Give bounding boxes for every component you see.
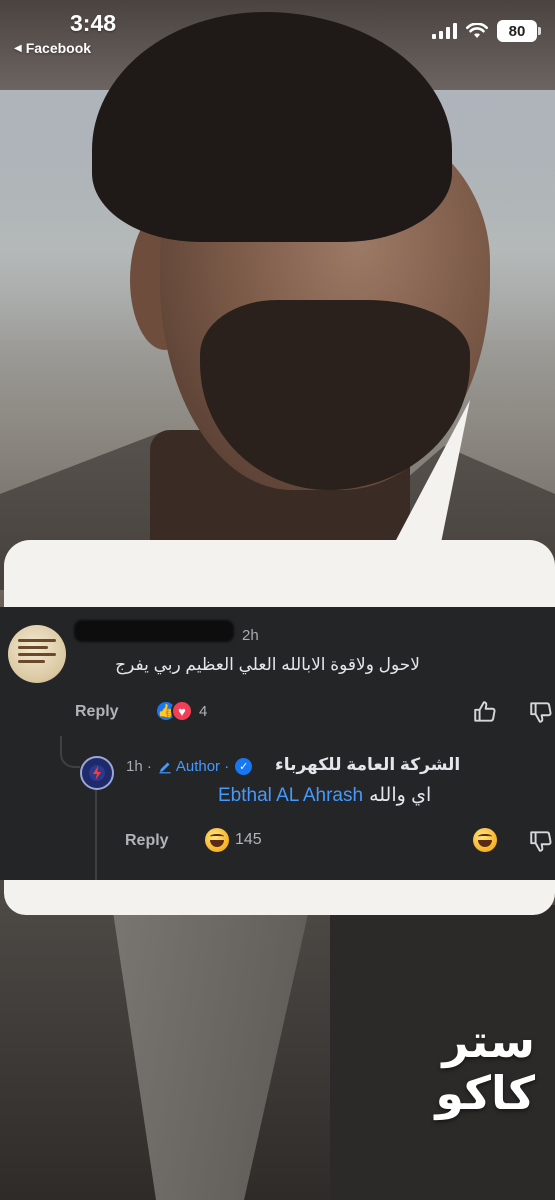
back-link-label: Facebook	[25, 40, 92, 56]
back-triangle-icon: ◀	[14, 42, 22, 54]
upvote-icon[interactable]	[472, 699, 498, 725]
verified-badge-icon: ✓	[235, 758, 253, 775]
reply-reaction-count: 145	[235, 831, 262, 848]
haha-react-icon[interactable]	[473, 828, 497, 852]
wifi-icon	[466, 23, 488, 38]
cellular-signal-icon	[432, 23, 457, 39]
comment-reactions[interactable]: 👍 ♥ 4	[155, 700, 207, 722]
thread-line	[95, 790, 97, 880]
love-reaction-icon: ♥	[171, 700, 193, 722]
reaction-count: 4	[199, 702, 208, 720]
page-name[interactable]: الشركة العامة للكهرباء	[275, 755, 460, 775]
author-label: Author ·	[175, 758, 230, 775]
back-to-app-link[interactable]: ◀ Facebook	[14, 40, 91, 56]
battery-indicator: 80	[497, 20, 541, 42]
lightning-logo-icon	[89, 765, 105, 781]
watermark-line-1: ستر	[442, 1015, 535, 1067]
status-icons: 80	[432, 20, 541, 42]
pencil-icon	[159, 762, 171, 773]
reply-text: اي والله	[369, 785, 432, 806]
reply-text-line: Ebthal AL Ahrash اي والله	[218, 784, 431, 807]
channel-watermark: ستر كاكو	[405, 1015, 535, 1119]
watermark-line-2: كاكو	[435, 1067, 535, 1119]
reply-meta: 1h · Author · ✓	[126, 758, 253, 775]
reply-button[interactable]: Reply	[75, 703, 119, 721]
comment-text: لاحول ولاقوة الابالله العلي العظيم ربي ي…	[115, 655, 420, 674]
haha-reaction-icon	[205, 828, 229, 852]
reply-reactions[interactable]: 145	[205, 828, 262, 852]
comment-time: 2h	[242, 627, 259, 644]
mentioned-user[interactable]: Ebthal AL Ahrash	[218, 785, 363, 807]
downvote-icon[interactable]	[528, 828, 554, 854]
downvote-icon[interactable]	[528, 699, 554, 725]
page-avatar[interactable]	[80, 756, 114, 790]
reply-time: 1h ·	[126, 758, 152, 775]
redacted-commenter-name	[74, 620, 234, 642]
reply-button[interactable]: Reply	[125, 832, 169, 850]
thread-connector	[60, 736, 80, 768]
author-badge: Author ·	[158, 758, 229, 775]
comment-card	[0, 607, 555, 880]
status-bar: 3:48 ◀ Facebook 80	[0, 0, 555, 62]
clock: 3:48	[70, 10, 117, 36]
